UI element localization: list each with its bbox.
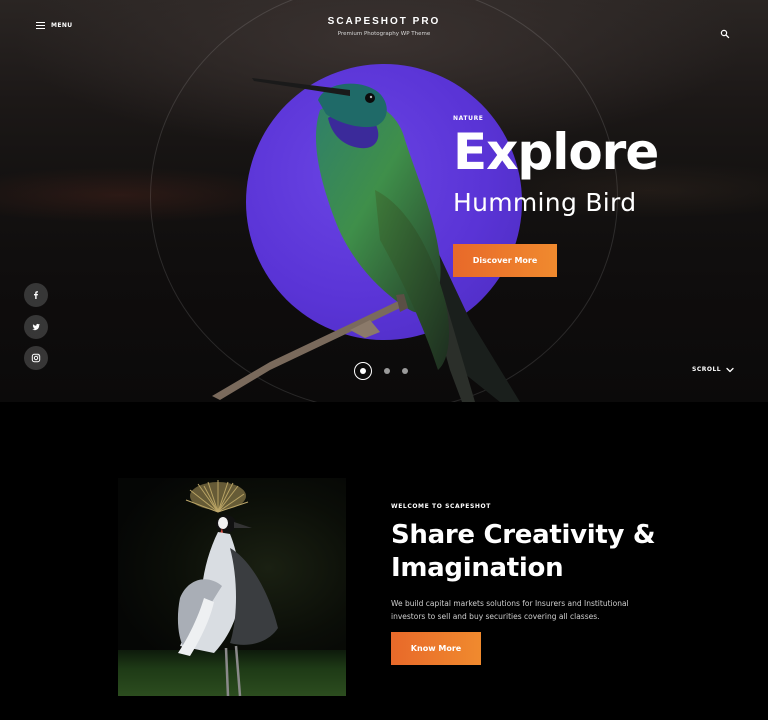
- crowned-crane-image: [118, 478, 346, 696]
- chevron-down-icon: [726, 367, 734, 372]
- discover-more-button[interactable]: Discover More: [453, 244, 557, 277]
- know-more-button[interactable]: Know More: [391, 632, 481, 665]
- slide-subtitle: Humming Bird: [453, 188, 637, 217]
- slide-dot-1[interactable]: [354, 362, 372, 380]
- site-title[interactable]: SCAPESHOT PRO: [0, 16, 768, 27]
- search-icon: [720, 29, 730, 39]
- welcome-title-line-2: Imagination: [391, 553, 564, 583]
- hero-slider: MENU SCAPESHOT PRO Premium Photography W…: [0, 0, 768, 402]
- welcome-label: WELCOME TO SCAPESHOT: [391, 503, 491, 510]
- slide-title: Explore: [453, 123, 659, 181]
- facebook-link[interactable]: [24, 283, 48, 307]
- slider-pagination: [354, 362, 408, 380]
- welcome-title: Share Creativity & Imagination: [391, 519, 661, 585]
- twitter-icon: [32, 323, 40, 331]
- search-button[interactable]: [720, 24, 730, 39]
- welcome-title-line-1: Share Creativity &: [391, 520, 656, 550]
- facebook-icon: [34, 291, 38, 299]
- slide-category[interactable]: NATURE: [453, 115, 658, 122]
- slide-dot-3[interactable]: [402, 368, 408, 374]
- slide-dot-2[interactable]: [384, 368, 390, 374]
- crane-illustration: [177, 480, 278, 696]
- site-tagline: Premium Photography WP Theme: [337, 31, 431, 37]
- welcome-description: We build capital markets solutions for I…: [391, 599, 629, 621]
- scroll-down-button[interactable]: SCROLL: [692, 366, 734, 373]
- twitter-link[interactable]: [24, 315, 48, 339]
- welcome-content: WELCOME TO SCAPESHOT Share Creativity & …: [391, 503, 661, 623]
- instagram-link[interactable]: [24, 346, 48, 370]
- slide-caption: NATURE Explore Humming Bird: [453, 115, 659, 217]
- site-branding: SCAPESHOT PRO Premium Photography WP The…: [0, 16, 768, 37]
- welcome-section: WELCOME TO SCAPESHOT Share Creativity & …: [0, 402, 768, 720]
- instagram-icon: [31, 353, 41, 363]
- scroll-label: SCROLL: [692, 366, 722, 373]
